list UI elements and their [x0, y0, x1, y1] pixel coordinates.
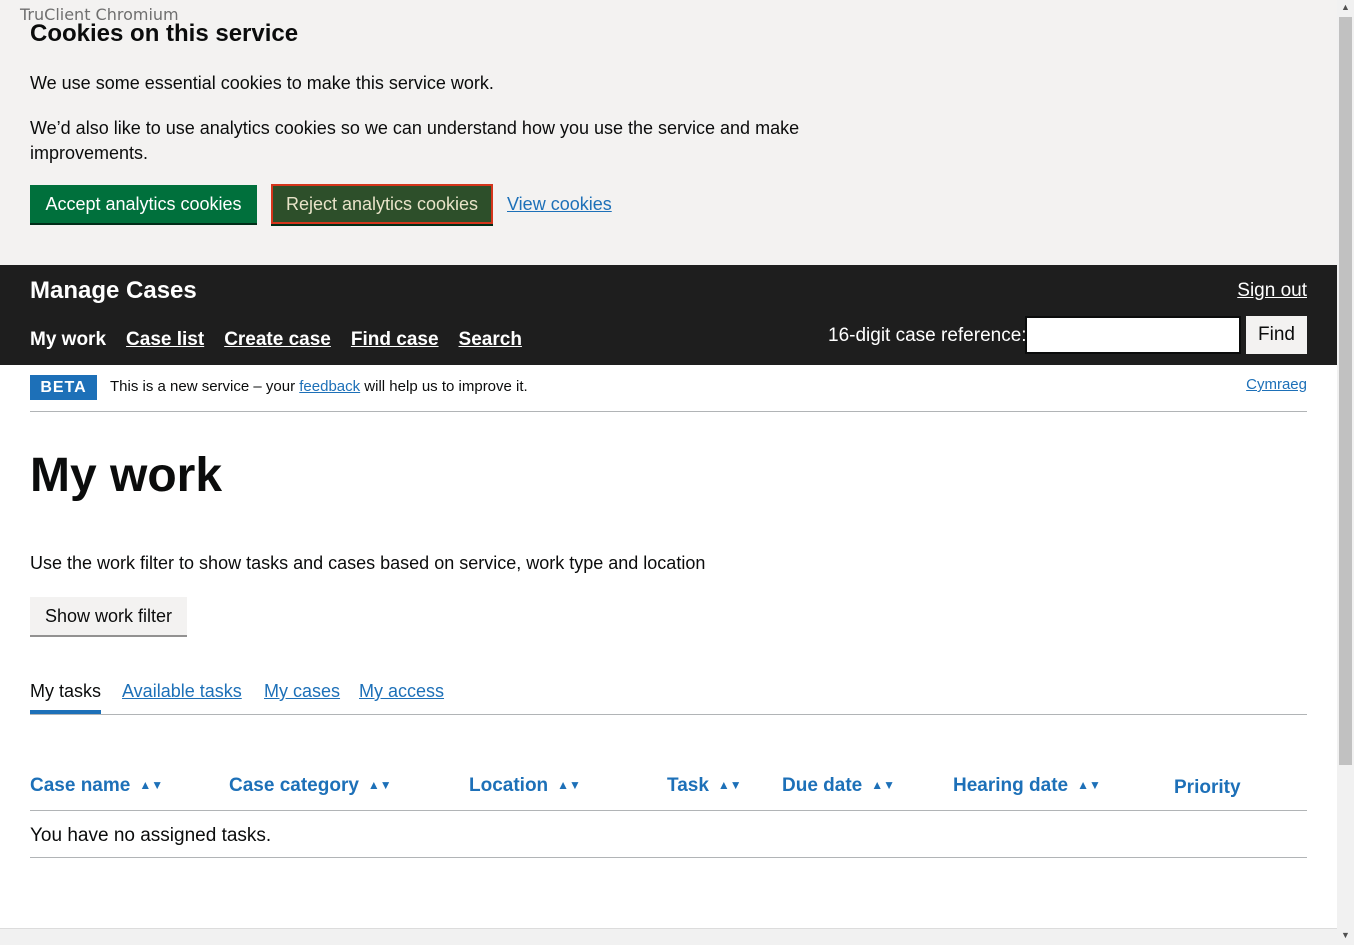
- cookie-banner-text-2: We’d also like to use analytics cookies …: [30, 118, 800, 163]
- scrollbar-thumb[interactable]: [1339, 17, 1352, 765]
- beta-tag: BETA: [30, 375, 97, 400]
- sort-icon: ▲▼: [717, 778, 742, 792]
- case-reference-label: 16-digit case reference:: [828, 325, 1027, 346]
- tab-my-access[interactable]: My access: [359, 681, 444, 702]
- tasks-table-header: Case name ▲▼ Case category ▲▼ Location ▲▼ T…: [30, 760, 1307, 811]
- sign-out-link[interactable]: Sign out: [1237, 280, 1307, 302]
- column-hearing-date-label: Hearing date: [953, 775, 1069, 796]
- empty-tasks-message: You have no assigned tasks.: [30, 825, 272, 846]
- beta-message-start: This is a new service – your: [110, 378, 300, 395]
- column-due-date[interactable]: Due date ▲▼: [782, 775, 895, 797]
- column-location[interactable]: Location ▲▼: [469, 775, 581, 797]
- case-reference-input[interactable]: [1025, 316, 1241, 354]
- beta-message-end: will help us to improve it.: [360, 378, 528, 395]
- reject-cookies-button[interactable]: Reject analytics cookies: [271, 184, 493, 224]
- nav-my-work[interactable]: My work: [30, 329, 107, 369]
- feedback-link[interactable]: feedback: [299, 378, 360, 395]
- page: Cookies on this service We use some esse…: [0, 0, 1337, 945]
- cookie-banner: Cookies on this service We use some esse…: [0, 0, 1337, 265]
- nav-create-case[interactable]: Create case: [224, 329, 331, 351]
- tab-my-tasks[interactable]: My tasks: [30, 681, 102, 714]
- vertical-scrollbar[interactable]: ▲ ▼: [1337, 0, 1354, 945]
- sort-icon: ▲▼: [139, 778, 164, 792]
- column-case-category-label: Case category: [229, 775, 359, 796]
- beta-message: This is a new service – your feedback wi…: [110, 378, 528, 395]
- column-due-date-label: Due date: [782, 775, 863, 796]
- page-title: My work: [30, 449, 223, 502]
- find-button[interactable]: Find: [1246, 316, 1307, 354]
- view-cookies-link[interactable]: View cookies: [507, 194, 612, 215]
- column-task[interactable]: Task ▲▼: [667, 775, 742, 797]
- column-hearing-date[interactable]: Hearing date ▲▼: [953, 775, 1101, 797]
- table-row: You have no assigned tasks.: [30, 811, 1307, 858]
- nav-search[interactable]: Search: [459, 329, 522, 351]
- sort-icon: ▲▼: [1077, 778, 1101, 792]
- nav-find-case[interactable]: Find case: [351, 329, 439, 351]
- scroll-down-arrow-icon[interactable]: ▼: [1341, 930, 1350, 940]
- nav-case-list[interactable]: Case list: [126, 329, 204, 351]
- work-filter-intro: Use the work filter to show tasks and ca…: [30, 553, 706, 573]
- column-case-category[interactable]: Case category ▲▼: [229, 775, 392, 797]
- scroll-up-arrow-icon[interactable]: ▲: [1341, 2, 1350, 12]
- column-case-name-label: Case name: [30, 775, 131, 796]
- horizontal-scrollbar[interactable]: [0, 928, 1337, 945]
- sort-icon: ▲▼: [367, 778, 392, 792]
- language-toggle-link[interactable]: Cymraeg: [1246, 376, 1307, 393]
- cookie-banner-text-1: We use some essential cookies to make th…: [30, 73, 494, 93]
- browser-label: TruClient Chromium: [20, 5, 179, 24]
- accept-cookies-button[interactable]: Accept analytics cookies: [30, 185, 257, 223]
- column-task-label: Task: [667, 775, 709, 796]
- cookie-banner-title: Cookies on this service: [30, 20, 299, 47]
- work-tabs: My tasks Available tasks My cases My acc…: [30, 672, 1307, 715]
- service-name[interactable]: Manage Cases: [30, 277, 197, 305]
- sort-icon: ▲▼: [557, 778, 581, 792]
- site-header: Manage Cases Sign out My work Case list …: [0, 265, 1337, 369]
- column-location-label: Location: [469, 775, 549, 796]
- sort-icon: ▲▼: [871, 778, 896, 792]
- primary-nav: My work Case list Create case Find case …: [30, 329, 542, 369]
- phase-banner: BETA This is a new service – your feedba…: [30, 365, 1307, 412]
- show-work-filter-button[interactable]: Show work filter: [30, 597, 187, 635]
- column-priority: Priority: [1174, 777, 1241, 798]
- tab-available-tasks[interactable]: Available tasks: [122, 681, 242, 702]
- column-case-name[interactable]: Case name ▲▼: [30, 775, 163, 797]
- tab-my-cases[interactable]: My cases: [264, 681, 340, 702]
